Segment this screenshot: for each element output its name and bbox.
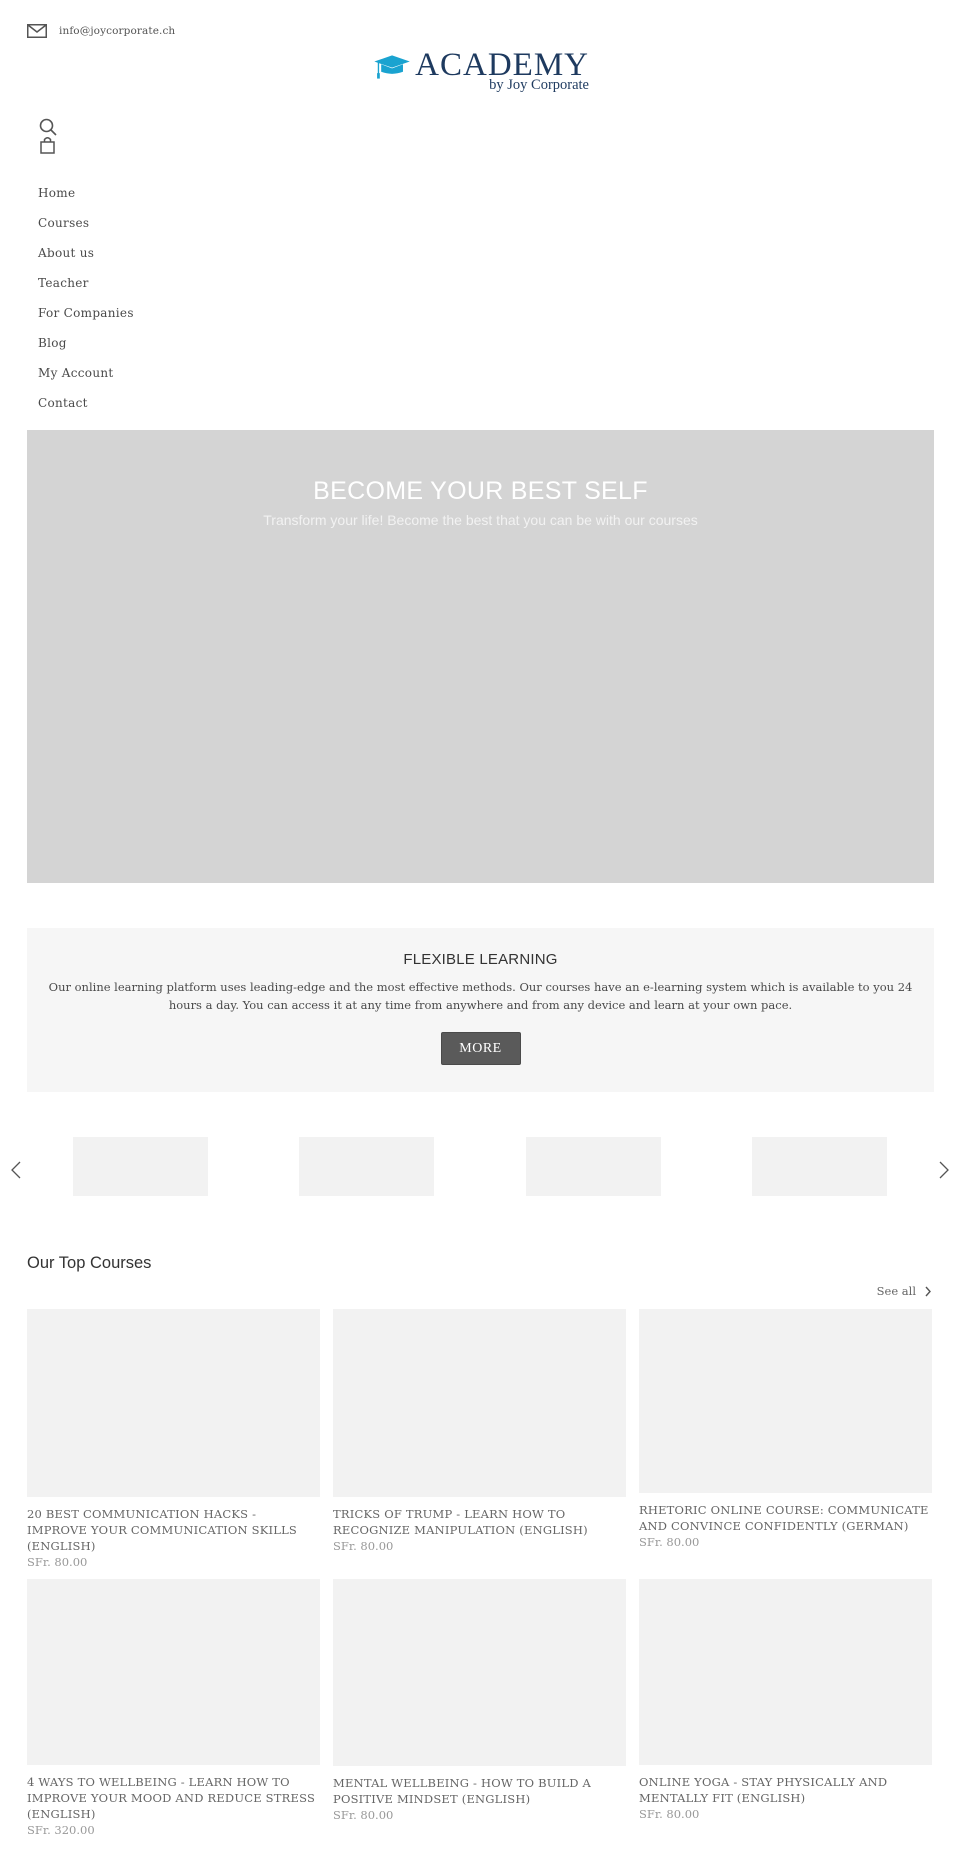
carousel-slide[interactable] (299, 1137, 434, 1196)
product-card[interactable]: 20 BEST COMMUNICATION HACKS - IMPROVE YO… (27, 1309, 320, 1570)
product-title[interactable]: 20 BEST COMMUNICATION HACKS - IMPROVE YO… (27, 1506, 320, 1554)
contact-email-bar[interactable]: info@joycorporate.ch (27, 24, 175, 38)
product-price: SFr. 80.00 (639, 1807, 700, 1821)
product-price: SFr. 80.00 (333, 1539, 394, 1553)
product-image[interactable] (333, 1309, 626, 1497)
main-navigation: Home Courses About us Teacher For Compan… (38, 183, 134, 423)
product-title[interactable]: RHETORIC ONLINE COURSE: COMMUNICATE AND … (639, 1502, 932, 1534)
nav-item-contact[interactable]: Contact (38, 393, 134, 423)
product-price: SFr. 80.00 (27, 1555, 88, 1569)
product-image[interactable] (27, 1579, 320, 1765)
product-title[interactable]: 4 WAYS TO WELLBEING - LEARN HOW TO IMPRO… (27, 1774, 320, 1822)
site-logo[interactable]: ACADEMY by Joy Corporate (373, 47, 589, 95)
product-title[interactable]: MENTAL WELLBEING - HOW TO BUILD A POSITI… (333, 1775, 626, 1807)
carousel-slide[interactable] (752, 1137, 887, 1196)
nav-item-teacher[interactable]: Teacher (38, 273, 134, 303)
product-title[interactable]: ONLINE YOGA - STAY PHYSICALLY AND MENTAL… (639, 1774, 932, 1806)
product-image[interactable] (27, 1309, 320, 1497)
product-price: SFr. 80.00 (639, 1535, 700, 1549)
hero-subtitle: Transform your life! Become the best tha… (263, 512, 698, 528)
hero-banner: BECOME YOUR BEST SELF Transform your lif… (27, 430, 934, 883)
chevron-right-icon (925, 1286, 931, 1296)
product-card[interactable]: MENTAL WELLBEING - HOW TO BUILD A POSITI… (333, 1579, 626, 1823)
mail-icon (27, 24, 47, 38)
carousel-slide[interactable] (73, 1137, 208, 1196)
nav-item-blog[interactable]: Blog (38, 333, 134, 363)
nav-item-about-us[interactable]: About us (38, 243, 134, 273)
product-card[interactable]: TRICKS OF TRUMP - LEARN HOW TO RECOGNIZE… (333, 1309, 626, 1554)
nav-item-for-companies[interactable]: For Companies (38, 303, 134, 333)
flexible-learning-title: FLEXIBLE LEARNING (403, 951, 558, 968)
product-card[interactable]: RHETORIC ONLINE COURSE: COMMUNICATE AND … (639, 1309, 932, 1550)
product-price: SFr. 320.00 (27, 1823, 95, 1837)
product-title[interactable]: TRICKS OF TRUMP - LEARN HOW TO RECOGNIZE… (333, 1506, 626, 1538)
flexible-learning-section: FLEXIBLE LEARNING Our online learning pl… (27, 928, 934, 1092)
product-image[interactable] (333, 1579, 626, 1766)
search-icon[interactable] (39, 118, 57, 136)
nav-item-my-account[interactable]: My Account (38, 363, 134, 393)
see-all-link[interactable]: See all (877, 1284, 932, 1298)
product-price: SFr. 80.00 (333, 1808, 394, 1822)
see-all-label: See all (876, 1284, 916, 1298)
graduation-cap-icon (374, 55, 410, 79)
contact-email[interactable]: info@joycorporate.ch (59, 25, 175, 37)
nav-item-home[interactable]: Home (38, 183, 134, 213)
product-card[interactable]: 4 WAYS TO WELLBEING - LEARN HOW TO IMPRO… (27, 1579, 320, 1838)
chevron-left-icon[interactable] (10, 1161, 22, 1179)
chevron-right-icon[interactable] (938, 1161, 950, 1179)
more-button[interactable]: MORE (440, 1032, 521, 1065)
top-courses-title: Our Top Courses (27, 1254, 152, 1272)
flexible-learning-text: Our online learning platform uses leadin… (48, 980, 913, 1012)
product-image[interactable] (639, 1309, 932, 1493)
logo-carousel (0, 1137, 960, 1197)
hero-title: BECOME YOUR BEST SELF (313, 477, 648, 505)
product-card[interactable]: ONLINE YOGA - STAY PHYSICALLY AND MENTAL… (639, 1579, 932, 1822)
nav-item-courses[interactable]: Courses (38, 213, 134, 243)
shopping-bag-icon[interactable] (40, 136, 55, 154)
product-image[interactable] (639, 1579, 932, 1765)
carousel-slide[interactable] (526, 1137, 661, 1196)
